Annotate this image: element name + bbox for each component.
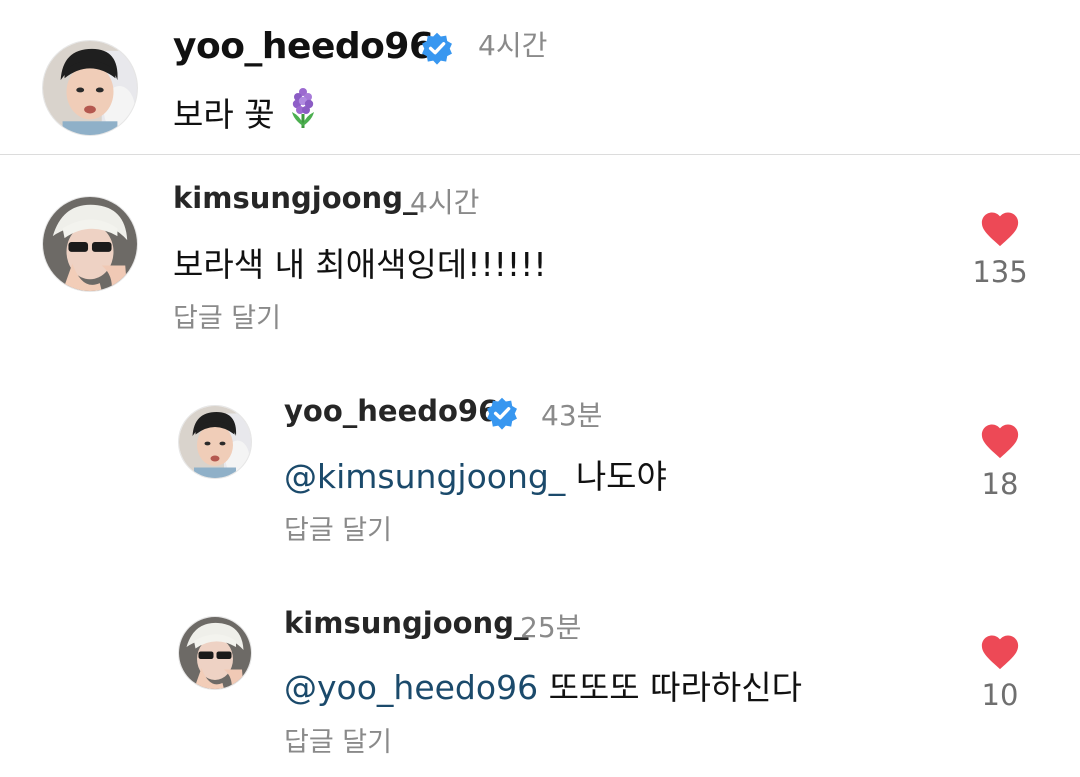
caption-divider [0, 154, 1080, 155]
caption-time: 4시간 [478, 29, 548, 62]
comment-time: 25분 [520, 611, 582, 644]
comment-text-row: @kimsungjoong_ 나도야 [284, 450, 667, 498]
like-count: 10 [981, 678, 1019, 712]
like-count: 135 [972, 255, 1028, 289]
avatar-kimsungjoong[interactable] [42, 196, 138, 292]
reply-button[interactable]: 답글 달기 [173, 296, 281, 335]
mention-link[interactable]: @yoo_heedo96 [284, 668, 538, 707]
comment-username[interactable]: kimsungjoong_ [173, 181, 417, 215]
heart-icon [981, 424, 1019, 459]
like-count: 18 [981, 467, 1019, 501]
comment-text: 보라색 내 최애색잉데!!!!!! [173, 245, 547, 284]
reply-button[interactable]: 답글 달기 [284, 720, 392, 759]
comment-text: 나도야 [575, 457, 667, 496]
heart-icon [981, 635, 1019, 670]
comment-time: 4시간 [410, 186, 480, 219]
hyacinth-icon [292, 88, 314, 128]
comment-username[interactable]: kimsungjoong_ [284, 606, 528, 640]
caption-username[interactable]: yoo_heedo96 [173, 26, 434, 67]
caption-text: 보라 꽃 [173, 95, 275, 134]
reply-button[interactable]: 답글 달기 [284, 508, 392, 547]
heart-icon [981, 212, 1019, 247]
comment-time: 43분 [541, 399, 603, 432]
avatar-yoo-heedo96[interactable] [42, 40, 138, 136]
comment-text: 또또또 따라하신다 [548, 668, 802, 707]
like-button[interactable]: 135 [960, 209, 1040, 289]
like-button[interactable]: 18 [960, 421, 1040, 501]
comment-text-row: @yoo_heedo96 또또또 따라하신다 [284, 661, 802, 709]
avatar-kimsungjoong[interactable] [178, 616, 252, 690]
like-button[interactable]: 10 [960, 632, 1040, 712]
comment-username[interactable]: yoo_heedo96 [284, 394, 498, 428]
avatar-yoo-heedo96[interactable] [178, 405, 252, 479]
verified-badge-icon [487, 397, 517, 430]
verified-badge-icon [422, 32, 452, 65]
mention-link[interactable]: @kimsungjoong_ [284, 457, 565, 496]
